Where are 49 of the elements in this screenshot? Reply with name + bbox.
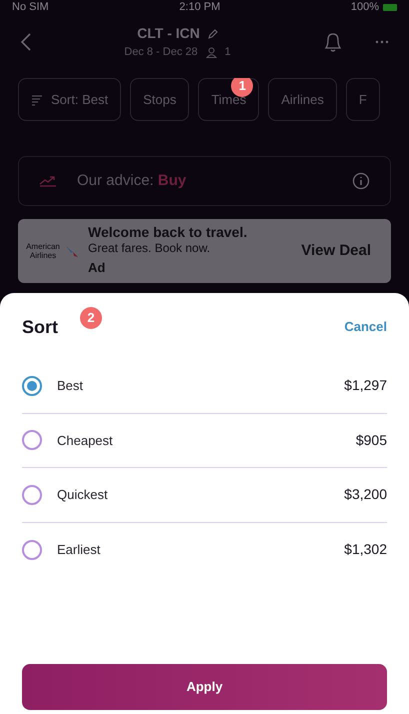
radio-button[interactable] bbox=[22, 540, 42, 560]
view-deal-link[interactable]: View Deal bbox=[301, 240, 371, 262]
filter-chip[interactable]: Sort: Best bbox=[18, 78, 122, 121]
option-label: Cheapest bbox=[57, 432, 113, 450]
travelers-count: 1 bbox=[224, 45, 231, 60]
cancel-button[interactable]: Cancel bbox=[344, 317, 387, 337]
airline-logo-text: American Airlines bbox=[25, 242, 61, 260]
filter-chip[interactable]: Stops bbox=[130, 78, 190, 121]
option-label: Earliest bbox=[57, 541, 100, 559]
person-icon bbox=[206, 47, 217, 58]
option-label: Quickest bbox=[57, 486, 108, 504]
sort-lines-icon bbox=[31, 94, 43, 106]
option-label: Best bbox=[57, 377, 84, 395]
sort-option[interactable]: Quickest $3,200 bbox=[22, 468, 387, 522]
option-price: $1,297 bbox=[344, 376, 387, 396]
radio-button[interactable] bbox=[22, 484, 42, 505]
back-icon[interactable] bbox=[20, 32, 32, 52]
ad-subtitle: Great fares. Book now. bbox=[88, 241, 212, 256]
time-text: 2:10 PM bbox=[179, 0, 220, 15]
filter-chip[interactable]: Times 1 bbox=[198, 78, 260, 121]
carrier-text: No SIM bbox=[12, 0, 49, 15]
dates-text: Dec 8 - Dec 28 bbox=[124, 45, 198, 60]
advice-text: Our advice: Buy bbox=[77, 170, 186, 191]
sort-option[interactable]: Best $1,297 bbox=[22, 359, 387, 414]
number-badge: 1 bbox=[231, 78, 254, 97]
battery-text: 100% bbox=[350, 0, 379, 15]
option-price: $905 bbox=[356, 430, 387, 450]
apply-button[interactable]: Apply bbox=[22, 664, 387, 710]
ad-title: Welcome back to travel. bbox=[88, 224, 248, 242]
airline-logo-icon bbox=[65, 244, 79, 258]
number-badge: 2 bbox=[80, 307, 102, 329]
option-price: $3,200 bbox=[344, 485, 387, 504]
bell-icon[interactable] bbox=[323, 31, 343, 53]
ad-tag: Ad bbox=[88, 258, 248, 278]
sheet-title: Sort bbox=[22, 316, 58, 338]
option-price: $1,302 bbox=[344, 540, 387, 560]
more-icon[interactable] bbox=[375, 40, 389, 44]
pencil-icon[interactable] bbox=[208, 28, 218, 39]
route-title: CLT - ICN bbox=[137, 24, 200, 44]
info-icon[interactable] bbox=[352, 172, 370, 190]
filter-chip[interactable]: Airlines bbox=[268, 78, 337, 121]
radio-button[interactable] bbox=[22, 376, 42, 396]
sort-option[interactable]: Cheapest $905 bbox=[22, 414, 387, 468]
trend-up-icon bbox=[39, 175, 57, 187]
battery-icon bbox=[382, 4, 397, 10]
filter-chip[interactable]: F bbox=[346, 78, 380, 121]
radio-button[interactable] bbox=[22, 430, 42, 450]
ad-banner[interactable]: American Airlines Welcome back to travel. Great fares. Book now. Ad View Deal bbox=[18, 219, 391, 283]
sort-option[interactable]: Earliest $1,302 bbox=[22, 522, 387, 577]
